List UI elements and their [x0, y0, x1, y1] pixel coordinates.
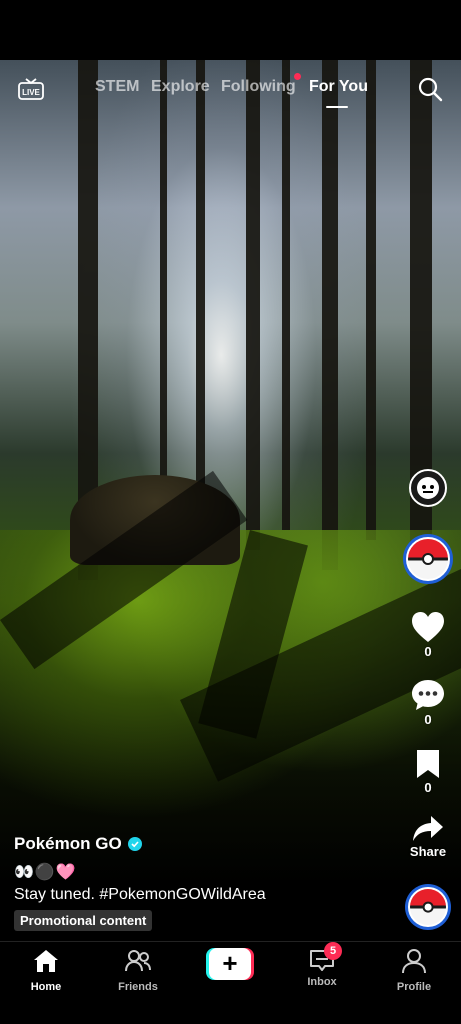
nav-profile[interactable]: Profile	[374, 948, 454, 993]
music-disc	[405, 884, 451, 930]
tab-for-you[interactable]: For You	[309, 78, 368, 96]
tree-trunk	[160, 60, 167, 530]
username[interactable]: Pokémon GO	[14, 834, 122, 854]
tab-following[interactable]: Following	[221, 78, 296, 96]
bookmark-button[interactable]: 0	[400, 748, 456, 795]
tab-stem[interactable]: STEM	[95, 78, 139, 96]
bookmark-count: 0	[424, 780, 432, 795]
nav-profile-label: Profile	[396, 981, 432, 993]
share-icon	[413, 816, 443, 841]
post-caption: Pokémon GO 👀⚫🩷 Stay tuned. #PokemonGOWil…	[14, 834, 394, 931]
heart-icon	[412, 612, 444, 642]
bottom-nav: Home Friends + 5 Inbox Profile	[0, 942, 461, 1024]
comment-button[interactable]: 0	[400, 678, 456, 727]
comment-count: 0	[424, 712, 432, 727]
effect-icon	[409, 469, 447, 507]
avatar	[403, 534, 453, 584]
action-rail: 0 0 0 Share	[400, 460, 456, 880]
comment-icon	[412, 680, 444, 710]
nav-inbox-label: Inbox	[307, 976, 337, 988]
inbox-badge: 5	[324, 942, 342, 960]
like-button[interactable]: 0	[400, 610, 456, 659]
username-row[interactable]: Pokémon GO	[14, 834, 394, 854]
tree-trunk	[322, 60, 338, 570]
search-button[interactable]	[417, 76, 443, 102]
tree-trunk	[246, 60, 260, 550]
status-bar	[0, 0, 461, 60]
share-label: Share	[409, 844, 447, 859]
following-notification-dot	[294, 73, 301, 80]
friends-icon	[125, 950, 151, 972]
pokeball-icon	[406, 537, 450, 581]
nav-home-label: Home	[30, 981, 62, 993]
active-tab-indicator	[326, 106, 348, 108]
bookmark-icon	[417, 750, 439, 778]
profile-icon	[402, 949, 426, 974]
tree-trunk	[196, 60, 205, 540]
plus-icon: +	[209, 948, 251, 980]
pokeball-icon	[408, 887, 448, 927]
tab-explore[interactable]: Explore	[151, 78, 210, 96]
effect-button[interactable]	[400, 468, 456, 508]
live-icon: LIVE	[18, 78, 44, 100]
live-button[interactable]: LIVE	[17, 76, 45, 102]
share-button[interactable]: Share	[400, 814, 456, 859]
nav-home[interactable]: Home	[6, 948, 86, 993]
music-disc-button[interactable]	[405, 884, 451, 930]
tree-trunk	[282, 60, 290, 530]
top-nav: LIVE STEM Explore Following For You	[0, 72, 461, 112]
create-button[interactable]: +	[206, 948, 254, 980]
home-icon	[34, 950, 58, 972]
verified-badge-icon	[127, 837, 142, 851]
like-count: 0	[424, 644, 432, 659]
nav-friends[interactable]: Friends	[98, 948, 178, 993]
promotional-content-label: Promotional content	[14, 910, 153, 931]
caption-emojis: 👀⚫🩷	[14, 864, 77, 881]
search-icon	[418, 77, 443, 102]
video-player[interactable]	[0, 60, 461, 880]
tree-trunk	[366, 60, 376, 540]
svg-text:LIVE: LIVE	[22, 88, 40, 97]
caption-text[interactable]: Stay tuned. #PokemonGOWildArea	[14, 886, 394, 904]
creator-avatar-button[interactable]	[400, 534, 456, 584]
nav-inbox[interactable]: 5 Inbox	[282, 942, 362, 988]
nav-friends-label: Friends	[118, 981, 158, 993]
